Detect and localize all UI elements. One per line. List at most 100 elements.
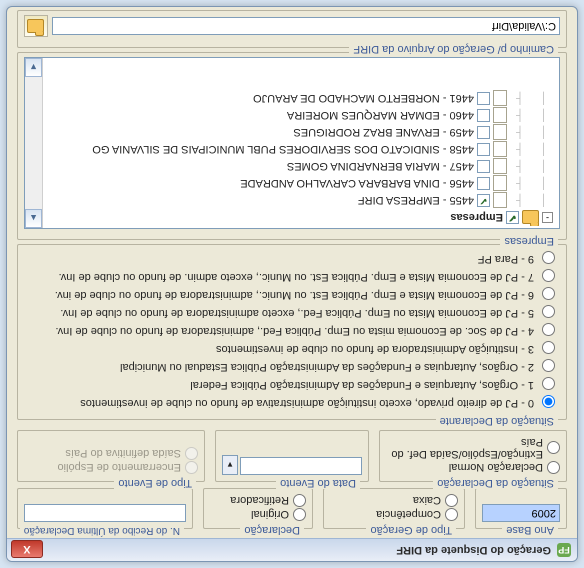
app-window: FP Geração do Disquete da DIRF X Ano Bas… [6,6,578,562]
app-icon: FP [557,543,571,557]
tree-item-checkbox[interactable] [477,177,490,190]
tipo-evento-legend: Tipo de Evento [114,477,196,489]
window-close-button[interactable]: X [11,540,43,558]
declarante-option[interactable]: 7 - PJ de Economia Mista e Emp. Pública … [24,269,560,285]
recibo-input[interactable] [24,504,186,522]
declarante-radio[interactable] [542,341,555,354]
declaracao-original-radio[interactable] [293,508,306,521]
declarante-label: 2 - Orgãos, Autarquias e Fundações da Ad… [120,361,534,373]
tree-item[interactable]: │├4459 - ERVANE BRAZ RODRIGUES [43,124,557,141]
recibo-legend: N. do Recibo da Última Declaração [20,525,184,536]
ano-base-input[interactable] [482,504,560,522]
situacao-declarante-legend: Situação da Declarante [436,415,558,427]
tree-item[interactable]: │├✔4455 - EMPRESA DIRF [43,192,557,209]
folder-icon [522,211,539,225]
close-icon: X [23,543,30,555]
tipo-evento-group: Tipo de Evento Encerramento de Espólio S… [17,430,205,482]
root-checkbox[interactable]: ✔ [506,211,519,224]
situacao-normal-label: Declaração Normal [449,462,543,474]
declaracao-retificadora-label: Retificadora [230,495,289,507]
declarante-option[interactable]: 4 - PJ de Soc. de Economia mista ou Emp.… [24,323,560,339]
tipo-geracao-caixa-radio[interactable] [445,494,458,507]
tipo-geracao-group: Tipo de Geração Competência Caixa [323,488,465,529]
scroll-up-button[interactable]: ▲ [25,209,42,228]
tipo-geracao-competencia-label: Competência [376,509,441,521]
ano-base-legend: Ano Base [502,524,558,536]
declarante-label: 7 - PJ de Economia Mista e Emp. Pública … [59,271,535,283]
declaracao-original-label: Original [251,509,289,521]
chevron-down-icon: ▼ [29,63,38,73]
data-evento-group: Data do Evento ▼ [215,430,369,482]
tree-root[interactable]: - ✔Empresas [43,209,557,226]
tree-item-label: 4460 - EDMAR MARQUES MOREIRA [287,110,474,122]
declarante-radio[interactable] [542,287,555,300]
declarante-radio[interactable] [542,305,555,318]
tree-item-checkbox[interactable] [477,126,490,139]
tree-item-checkbox[interactable] [477,160,490,173]
tree-item-checkbox[interactable] [477,92,490,105]
tree-item[interactable]: │├4458 - SINDICATO DOS SERVIDORES PUBL M… [43,141,557,158]
tipo-geracao-legend: Tipo de Geração [366,524,456,536]
declarante-label: 4 - PJ de Soc. de Economia mista ou Emp.… [55,325,534,337]
tree-root-label: Empresas [450,212,503,224]
declarante-radio[interactable] [542,377,555,390]
declarante-option[interactable]: 9 - Para PF [24,251,560,267]
tipo-evento-saida-radio [185,447,198,460]
tree-item[interactable]: │├4456 - DINA BARBARA CARVALHO ANDRADE [43,175,557,192]
document-icon [493,159,507,175]
declarante-radio[interactable] [542,251,555,264]
declarante-option[interactable]: 5 - PJ de Economia Mista ou Emp. Pública… [24,305,560,321]
caminho-input[interactable] [52,17,560,35]
declarante-option[interactable]: 0 - PJ de direito privado, exceto instit… [24,395,560,411]
tree-item[interactable]: │├4460 - EDMAR MARQUES MOREIRA [43,107,557,124]
declarante-radio[interactable] [542,359,555,372]
tree-item-label: 4457 - MARIA BERNARDINA GOMES [287,161,474,173]
tree-item-checkbox[interactable]: ✔ [477,194,490,207]
empresas-legend: Empresas [500,235,558,247]
tipo-geracao-competencia-radio[interactable] [445,508,458,521]
declarante-option[interactable]: 3 - Instituição Administradora de fundo … [24,341,560,357]
tree-item[interactable]: │├4461 - NORBERTO MACHADO DE ARAUJO [43,90,557,107]
data-evento-dropdown-button[interactable]: ▼ [222,455,238,475]
client-area: Ano Base Tipo de Geração Competência Cai… [15,15,569,533]
tree-scrollbar[interactable]: ▲ ▼ [25,58,43,228]
declarante-label: 6 - PJ de Economia Mista e Emp. Pública … [55,289,534,301]
tipo-evento-espolio-radio [185,461,198,474]
tree-item-label: 4459 - ERVANE BRAZ RODRIGUES [293,127,474,139]
situacao-normal-radio[interactable] [547,461,560,474]
tree-item-label: 4455 - EMPRESA DIRF [358,195,474,207]
tree-item-label: 4458 - SINDICATO DOS SERVIDORES PUBL MUN… [92,144,474,156]
collapse-icon[interactable]: - [542,212,553,223]
situacao-extincao-radio[interactable] [547,442,560,455]
tipo-evento-saida-label: Saída definitiva do País [65,448,181,460]
tree-item-checkbox[interactable] [477,109,490,122]
folder-open-icon [28,19,45,33]
browse-button[interactable] [24,15,48,37]
chevron-up-icon: ▲ [29,214,38,224]
declarante-label: 3 - Instituição Administradora de fundo … [216,343,534,355]
window-title: Geração do Disquete da DIRF [396,544,551,556]
data-evento-input[interactable] [240,457,362,475]
declarante-label: 9 - Para PF [478,253,534,265]
declarante-label: 0 - PJ de direito privado, exceto instit… [80,397,534,409]
declarante-option[interactable]: 1 - Orgãos, Autarquias e Fundações da Ad… [24,377,560,393]
titlebar: FP Geração do Disquete da DIRF X [7,538,577,561]
declarante-option[interactable]: 2 - Orgãos, Autarquias e Fundações da Ad… [24,359,560,375]
declaracao-group: Declaração Original Retificadora [203,488,313,529]
empresas-tree[interactable]: -✔Empresas│├✔4455 - EMPRESA DIRF│├4456 -… [24,57,560,229]
document-icon [493,142,507,158]
scroll-down-button[interactable]: ▼ [25,58,42,77]
declarante-option[interactable]: 6 - PJ de Economia Mista e Emp. Pública … [24,287,560,303]
tipo-geracao-caixa-label: Caixa [413,495,441,507]
tipo-evento-espolio-label: Encerramento de Espólio [57,462,181,474]
declaracao-retificadora-radio[interactable] [293,494,306,507]
situacao-declarante-group: Situação da Declarante 0 - PJ de direito… [17,244,567,420]
situacao-declaracao-legend: Situação da Declaração [433,477,558,489]
tree-item-checkbox[interactable] [477,143,490,156]
declarante-radio[interactable] [542,269,555,282]
declarante-radio[interactable] [542,323,555,336]
situacao-extincao-label: Extinção/Espólio/Saída Def. do País [386,436,543,460]
tree-item[interactable]: │├4457 - MARIA BERNARDINA GOMES [43,158,557,175]
caminho-group: Caminho p/ Geração do Arquivo da DIRF [17,10,567,48]
declarante-radio[interactable] [542,395,555,408]
